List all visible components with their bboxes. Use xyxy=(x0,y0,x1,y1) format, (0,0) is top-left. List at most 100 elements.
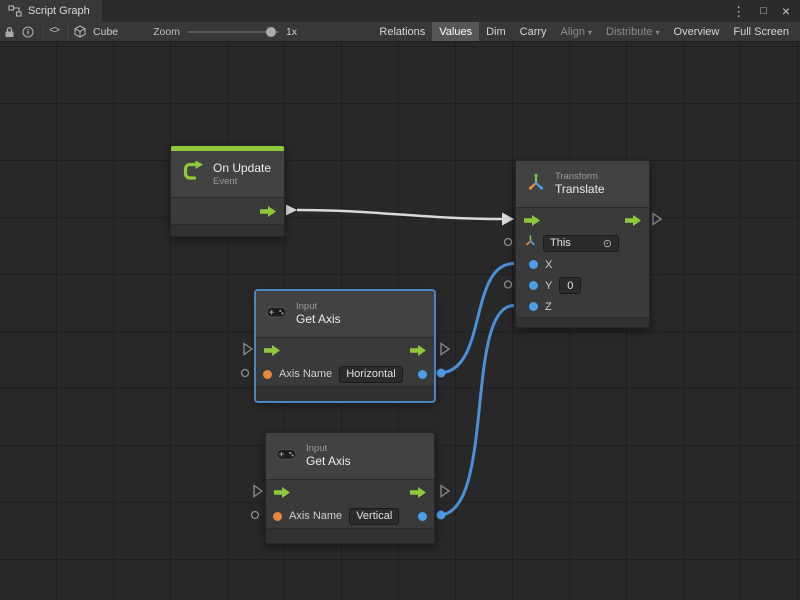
gamepad-icon xyxy=(266,305,287,324)
gamepad-icon xyxy=(276,447,297,466)
zoom-value: 1x xyxy=(286,26,297,38)
y-value-field[interactable]: 0 xyxy=(559,277,581,294)
flow-out-port-getaxis-h[interactable] xyxy=(441,344,449,355)
flow-in-arrow-icon[interactable] xyxy=(524,215,540,226)
flow-out-arrow-icon[interactable] xyxy=(410,487,426,498)
node-header[interactable]: Input Get Axis xyxy=(266,433,434,479)
chevron-down-icon: ▾ xyxy=(656,28,660,37)
flow-in-port-getaxis-v[interactable] xyxy=(254,486,262,497)
window-controls: ⋮ □ × xyxy=(732,0,800,22)
wire-vertical-to-z[interactable] xyxy=(439,306,514,516)
z-port-dot[interactable] xyxy=(529,302,538,311)
title-bar: Script Graph ⋮ □ × xyxy=(0,0,800,22)
lock-icon[interactable] xyxy=(4,26,15,38)
transform-mini-icon xyxy=(524,234,537,252)
result-port-dot[interactable] xyxy=(418,512,427,521)
relations-button[interactable]: Relations xyxy=(372,22,432,41)
wire-arrowhead-icon xyxy=(502,213,514,226)
this-port-row: This ⊙ xyxy=(516,232,649,254)
script-graph-window: Script Graph ⋮ □ × <> xyxy=(0,0,800,600)
flow-port-row xyxy=(256,338,434,362)
zoom-slider-handle[interactable] xyxy=(266,27,276,37)
x-port-dot[interactable] xyxy=(529,260,538,269)
maximize-icon[interactable]: □ xyxy=(760,6,767,17)
z-port-row: Z xyxy=(516,296,649,317)
graph-target[interactable]: Cube xyxy=(93,26,118,38)
this-object-field[interactable]: This ⊙ xyxy=(543,235,619,252)
flow-out-arrow-icon[interactable] xyxy=(260,206,276,217)
x-port-row: X xyxy=(516,254,649,275)
node-title: Get Axis xyxy=(306,454,351,469)
node-title: On Update xyxy=(213,161,271,176)
node-header[interactable]: Transform Translate xyxy=(516,161,649,207)
x-port-label: X xyxy=(545,259,552,271)
flow-out-arrow-icon[interactable] xyxy=(625,215,641,226)
y-port-label: Y xyxy=(545,280,552,292)
node-on-update[interactable]: On Update Event xyxy=(170,145,285,237)
wire-horizontal-to-x[interactable] xyxy=(439,264,514,374)
flow-out-port-translate[interactable] xyxy=(653,214,661,225)
result-port-vertical[interactable] xyxy=(437,511,446,520)
overview-button[interactable]: Overview xyxy=(667,22,727,41)
node-get-axis-vertical[interactable]: Input Get Axis Axis Name Vertical xyxy=(265,432,435,544)
node-subtitle: Input xyxy=(296,301,341,313)
object-picker-icon[interactable]: ⊙ xyxy=(603,237,612,250)
node-subtitle: Event xyxy=(213,176,271,188)
node-title: Get Axis xyxy=(296,312,341,327)
script-graph-icon xyxy=(8,5,22,17)
toolbar-buttons: Relations Values Dim Carry Align▾ Distri… xyxy=(372,22,796,41)
on-update-loop-icon xyxy=(181,160,204,188)
node-title: Translate xyxy=(555,182,605,197)
axis-name-port-getaxis-h[interactable] xyxy=(242,370,249,377)
wire-onupdate-to-translate[interactable] xyxy=(297,210,502,219)
code-view-icon[interactable]: <> xyxy=(49,26,59,37)
flow-port-row xyxy=(516,208,649,232)
align-dropdown[interactable]: Align▾ xyxy=(554,22,599,41)
axis-name-port-getaxis-v[interactable] xyxy=(252,512,259,519)
axis-name-port-dot[interactable] xyxy=(263,370,272,379)
info-icon[interactable] xyxy=(22,26,34,38)
flow-out-port-onupdate[interactable] xyxy=(286,205,297,216)
carry-button[interactable]: Carry xyxy=(513,22,554,41)
axis-name-port-dot[interactable] xyxy=(273,512,282,521)
flow-out-port-getaxis-v[interactable] xyxy=(441,486,449,497)
result-port-dot[interactable] xyxy=(418,370,427,379)
zoom-label: Zoom xyxy=(153,26,180,38)
node-header[interactable]: Input Get Axis xyxy=(256,291,434,337)
node-get-axis-horizontal[interactable]: Input Get Axis Axis Name Horizontal xyxy=(255,290,435,402)
node-subtitle: Input xyxy=(306,443,351,455)
graph-canvas[interactable]: On Update Event xyxy=(0,42,800,600)
tab-title: Script Graph xyxy=(28,5,90,17)
axis-name-row: Axis Name Vertical xyxy=(266,504,434,528)
toolbar-separator xyxy=(41,26,42,38)
node-translate[interactable]: Transform Translate xyxy=(515,160,650,328)
node-header[interactable]: On Update Event xyxy=(171,151,284,197)
flow-in-arrow-icon[interactable] xyxy=(274,487,290,498)
y-port-dot[interactable] xyxy=(529,281,538,290)
transform-gizmo-icon xyxy=(526,172,546,197)
cube-icon xyxy=(74,25,86,38)
dim-button[interactable]: Dim xyxy=(479,22,513,41)
y-port-row: Y 0 xyxy=(516,275,649,296)
result-port-horizontal[interactable] xyxy=(437,369,446,378)
zoom-slider[interactable] xyxy=(187,25,279,39)
distribute-dropdown[interactable]: Distribute▾ xyxy=(599,22,666,41)
this-port-translate[interactable] xyxy=(505,239,512,246)
y-port-translate[interactable] xyxy=(505,281,512,288)
close-icon[interactable]: × xyxy=(782,4,790,18)
axis-name-label: Axis Name xyxy=(279,368,332,380)
graph-toolbar: <> Cube Zoom 1x Relations Values Dim Car… xyxy=(0,22,800,42)
flow-in-port-getaxis-h[interactable] xyxy=(244,344,252,355)
axis-name-field[interactable]: Vertical xyxy=(349,508,399,525)
flow-out-arrow-icon[interactable] xyxy=(410,345,426,356)
fullscreen-button[interactable]: Full Screen xyxy=(726,22,796,41)
values-button[interactable]: Values xyxy=(432,22,479,41)
menu-icon[interactable]: ⋮ xyxy=(732,5,745,18)
node-footer xyxy=(266,528,434,543)
node-footer xyxy=(256,386,434,401)
node-subtitle: Transform xyxy=(555,171,605,183)
tab-script-graph[interactable]: Script Graph xyxy=(0,0,102,22)
flow-in-arrow-icon[interactable] xyxy=(264,345,280,356)
chevron-down-icon: ▾ xyxy=(588,28,592,37)
axis-name-field[interactable]: Horizontal xyxy=(339,366,403,383)
